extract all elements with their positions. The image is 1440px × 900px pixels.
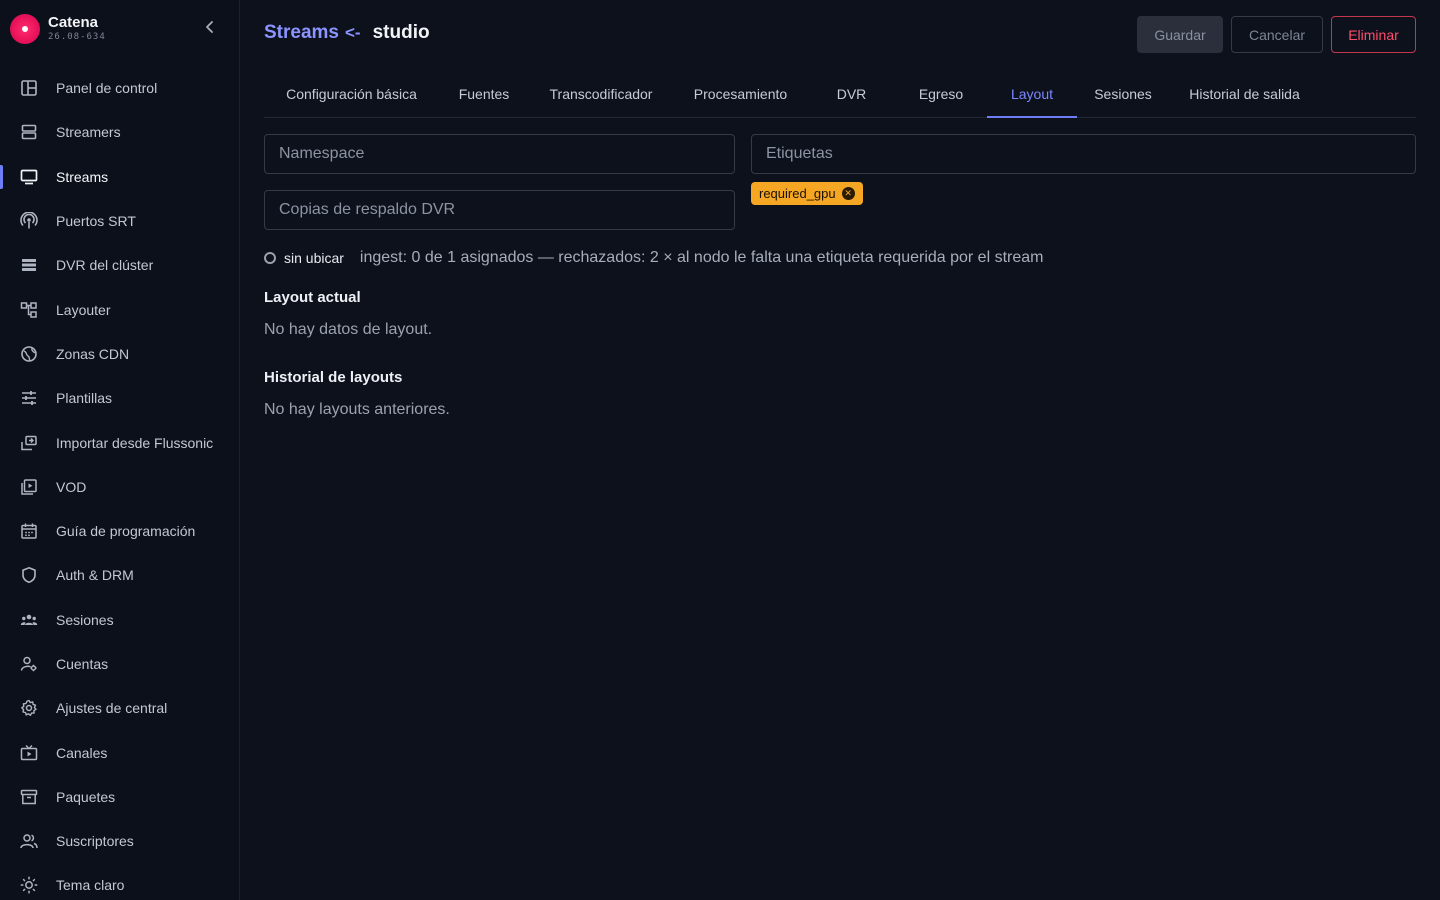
sidebar-item-label: Sesiones xyxy=(56,611,114,628)
sidebar-item-label: Panel de control xyxy=(56,80,158,97)
chevron-left-icon xyxy=(202,21,218,39)
sidebar-nav: Panel de control Streamers Streams Puert… xyxy=(0,66,240,900)
save-button[interactable]: Guardar xyxy=(1137,16,1223,53)
tv-icon xyxy=(20,744,38,762)
page-title: studio xyxy=(372,22,430,43)
tab-sesiones[interactable]: Sesiones xyxy=(1077,70,1169,117)
sidebar-item-tema-claro[interactable]: Tema claro xyxy=(0,863,240,900)
sidebar-item-label: Suscriptores xyxy=(56,833,134,850)
sidebar-item-label: Ajustes de central xyxy=(56,700,168,717)
gear-icon xyxy=(20,699,38,717)
sidebar-item-layouter[interactable]: Layouter xyxy=(0,287,240,331)
placement-detail: ingest: 0 de 1 asignados — rechazados: 2… xyxy=(359,249,1044,266)
sidebar-item-label: Cuentas xyxy=(56,656,109,672)
sidebar-item-dvr-del-cluster[interactable]: DVR del clúster xyxy=(0,243,240,287)
server-icon xyxy=(20,123,38,141)
sidebar-item-label: Plantillas xyxy=(56,390,113,407)
calendar-icon xyxy=(20,522,38,540)
breadcrumb-streams-link[interactable]: Streams xyxy=(264,22,339,44)
shield-icon xyxy=(20,566,38,584)
tab-layout[interactable]: Layout xyxy=(987,70,1077,118)
delete-button[interactable]: Eliminar xyxy=(1331,16,1416,53)
status-circle-icon xyxy=(264,252,276,264)
layout-current-title: Layout actual xyxy=(264,289,361,306)
sidebar-item-zonas-cdn[interactable]: Zonas CDN xyxy=(0,332,240,376)
tab-dvr[interactable]: DVR xyxy=(808,70,895,117)
dashboard-icon xyxy=(20,79,38,97)
page-header: Streams <- studio xyxy=(264,22,430,48)
sidebar-item-streams[interactable]: Streams xyxy=(0,155,240,199)
collapse-sidebar-button[interactable] xyxy=(200,19,220,39)
tab-procesamiento[interactable]: Procesamiento xyxy=(673,70,808,117)
sidebar-item-paquetes[interactable]: Paquetes xyxy=(0,775,240,819)
monitor-icon xyxy=(20,168,38,186)
sidebar-item-label: Streams xyxy=(56,168,109,185)
header-actions: Guardar Cancelar Eliminar xyxy=(1137,16,1416,53)
storage-icon xyxy=(20,256,38,274)
sidebar-item-label: Canales xyxy=(56,744,108,761)
sidebar-item-label: Auth & DRM xyxy=(56,567,134,584)
sidebar-item-panel-de-control[interactable]: Panel de control xyxy=(0,66,240,110)
group-icon xyxy=(20,611,38,629)
placement-status: sin ubicar ingest: 0 de 1 asignados — re… xyxy=(264,248,1043,268)
user-settings-icon xyxy=(20,655,38,673)
dvr-backup-input[interactable] xyxy=(264,190,735,230)
brand[interactable]: Catena 26.08-634 xyxy=(10,12,230,46)
sidebar-item-label: Puertos SRT xyxy=(56,213,136,230)
sidebar-item-label: Importar desde Flussonic xyxy=(56,434,214,451)
sidebar-item-cuentas[interactable]: Cuentas xyxy=(0,642,240,686)
sidebar-item-canales[interactable]: Canales xyxy=(0,730,240,774)
sidebar-item-label: VOD xyxy=(56,478,87,495)
sidebar-item-vod[interactable]: VOD xyxy=(0,465,240,509)
sidebar-item-label: Paquetes xyxy=(56,788,116,805)
brand-logo xyxy=(10,14,40,44)
layout-history-empty: No hay layouts anteriores. xyxy=(264,401,450,418)
sidebar-item-ajustes-de-central[interactable]: Ajustes de central xyxy=(0,686,240,730)
namespace-input[interactable] xyxy=(264,134,735,174)
sliders-icon xyxy=(20,389,38,407)
placement-state: sin ubicar xyxy=(284,250,344,266)
sun-icon xyxy=(20,876,38,894)
users-icon xyxy=(20,832,38,850)
breadcrumb-separator: <- xyxy=(345,23,361,42)
tags-input[interactable] xyxy=(751,134,1416,174)
import-icon xyxy=(20,434,38,452)
sidebar-item-label: Streamers xyxy=(56,124,121,141)
sidebar-item-label: Zonas CDN xyxy=(56,345,130,362)
sidebar-item-streamers[interactable]: Streamers xyxy=(0,110,240,154)
sidebar-item-auth-drm[interactable]: Auth & DRM xyxy=(0,553,240,597)
video-library-icon xyxy=(20,478,38,496)
hierarchy-icon xyxy=(20,301,38,319)
cancel-button[interactable]: Cancelar xyxy=(1231,16,1323,53)
antenna-icon xyxy=(20,212,38,230)
tab-transcodificador[interactable]: Transcodificador xyxy=(529,70,673,117)
sidebar: Catena 26.08-634 Panel de control Stream… xyxy=(0,0,240,900)
sidebar-item-label: Guía de programación xyxy=(56,523,196,540)
tab-historial-de-salida[interactable]: Historial de salida xyxy=(1169,70,1320,117)
main-content: Streams <- studio Guardar Cancelar Elimi… xyxy=(264,0,1416,900)
tab-bar: Configuración básica Fuentes Transcodifi… xyxy=(264,70,1416,118)
sidebar-item-label: Tema claro xyxy=(56,877,125,894)
sidebar-item-puertos-srt[interactable]: Puertos SRT xyxy=(0,199,240,243)
tag-chip-label: required_gpu xyxy=(759,186,836,201)
sidebar-item-label: DVR del clúster xyxy=(56,257,154,274)
globe-icon xyxy=(20,345,38,363)
tag-chip-required-gpu: required_gpu ✕ xyxy=(751,182,863,205)
layout-history-title: Historial de layouts xyxy=(264,369,403,386)
layout-current-empty: No hay datos de layout. xyxy=(264,321,433,338)
tab-egreso[interactable]: Egreso xyxy=(895,70,987,117)
archive-icon xyxy=(20,788,38,806)
tab-fuentes[interactable]: Fuentes xyxy=(439,70,529,117)
brand-name: Catena xyxy=(48,14,99,31)
sidebar-item-sesiones[interactable]: Sesiones xyxy=(0,598,240,642)
sidebar-item-label: Layouter xyxy=(56,301,111,318)
brand-version: 26.08-634 xyxy=(48,32,106,42)
sidebar-item-suscriptores[interactable]: Suscriptores xyxy=(0,819,240,863)
remove-tag-icon[interactable]: ✕ xyxy=(841,187,855,200)
sidebar-item-importar-desde-flussonic[interactable]: Importar desde Flussonic xyxy=(0,420,240,464)
tab-configuracion-basica[interactable]: Configuración básica xyxy=(264,70,439,117)
sidebar-item-guia-de-programacion[interactable]: Guía de programación xyxy=(0,509,240,553)
sidebar-item-plantillas[interactable]: Plantillas xyxy=(0,376,240,420)
